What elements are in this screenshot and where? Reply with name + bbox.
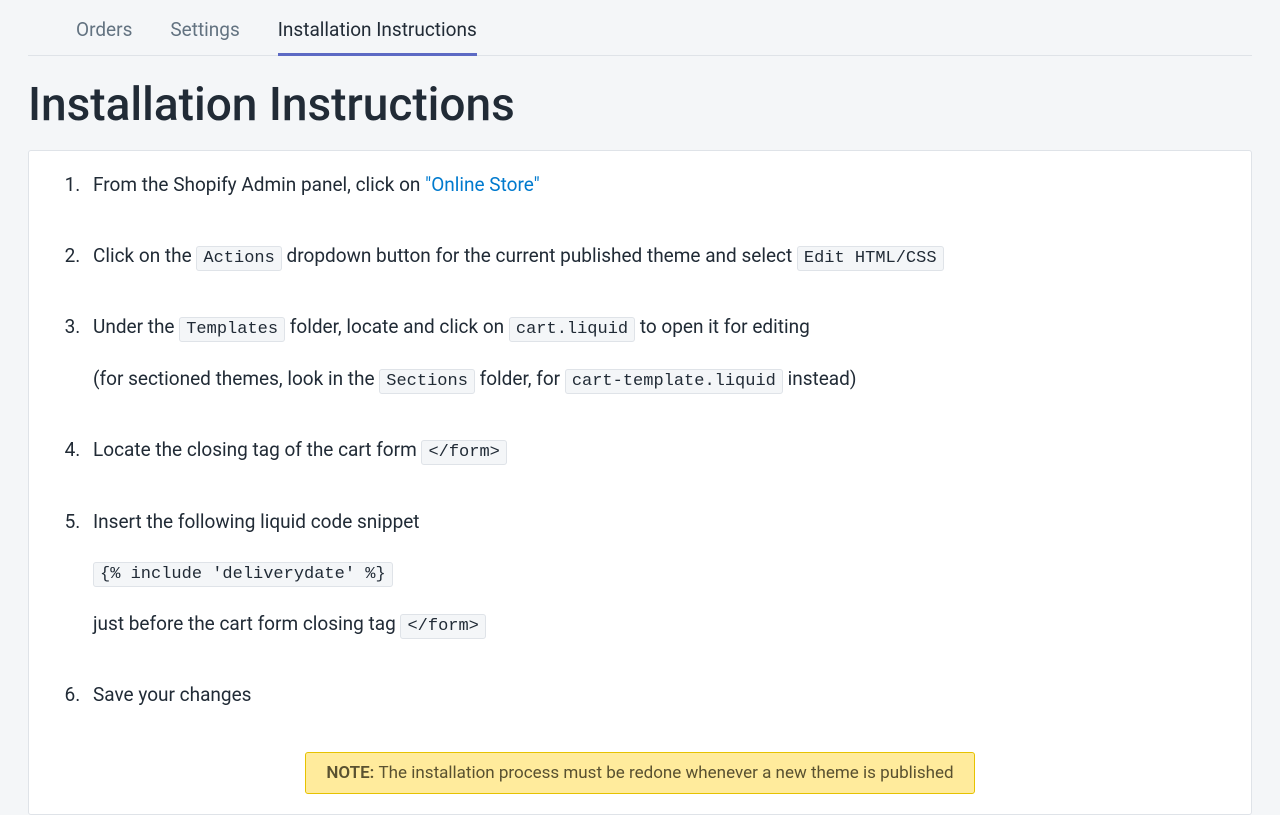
step-3: Under the Templates folder, locate and c… <box>85 313 1223 394</box>
note-label: NOTE: <box>326 763 378 783</box>
code-include-snippet: {% include 'deliverydate' %} <box>93 562 393 587</box>
code-actions: Actions <box>196 246 281 271</box>
tab-orders[interactable]: Orders <box>76 18 132 55</box>
page-title: Installation Instructions <box>28 56 1252 150</box>
instructions-panel: From the Shopify Admin panel, click on "… <box>28 150 1252 815</box>
step-text: to open it for editing <box>635 315 810 338</box>
step-3-note: (for sectioned themes, look in the Secti… <box>93 365 1223 395</box>
code-edit-html-css: Edit HTML/CSS <box>797 246 944 271</box>
note-box: NOTE: The installation process must be r… <box>305 752 974 794</box>
step-text: folder, locate and click on <box>285 315 509 338</box>
step-text: dropdown button for the current publishe… <box>282 244 797 267</box>
code-sections: Sections <box>379 369 475 394</box>
code-templates: Templates <box>179 317 285 342</box>
tab-installation-instructions[interactable]: Installation Instructions <box>278 18 477 55</box>
step-1: From the Shopify Admin panel, click on "… <box>85 171 1223 200</box>
step-text: instead) <box>783 367 857 390</box>
step-text: Locate the closing tag of the cart form <box>93 438 421 461</box>
step-text: Click on the <box>93 244 196 267</box>
tab-settings[interactable]: Settings <box>170 18 239 55</box>
step-5: Insert the following liquid code snippet… <box>85 508 1223 640</box>
step-text: just before the cart form closing tag <box>93 612 400 635</box>
step-4: Locate the closing tag of the cart form … <box>85 436 1223 466</box>
code-form-close-2: </form> <box>400 614 485 639</box>
step-6: Save your changes <box>85 681 1223 710</box>
step-2: Click on the Actions dropdown button for… <box>85 242 1223 272</box>
note-text: The installation process must be redone … <box>379 763 954 783</box>
step-text: Under the <box>93 315 179 338</box>
code-cart-template-liquid: cart-template.liquid <box>565 369 783 394</box>
step-text: (for sectioned themes, look in the <box>93 367 379 390</box>
step-text: Insert the following liquid code snippet <box>93 510 420 533</box>
tab-bar: Orders Settings Installation Instruction… <box>28 0 1252 56</box>
step-text: From the Shopify Admin panel, click on <box>93 173 425 196</box>
code-form-close: </form> <box>421 440 506 465</box>
step-text: Save your changes <box>93 683 251 706</box>
instruction-list: From the Shopify Admin panel, click on "… <box>57 171 1223 710</box>
code-cart-liquid: cart.liquid <box>509 317 635 342</box>
online-store-link[interactable]: "Online Store" <box>425 173 540 196</box>
step-text: folder, for <box>475 367 565 390</box>
